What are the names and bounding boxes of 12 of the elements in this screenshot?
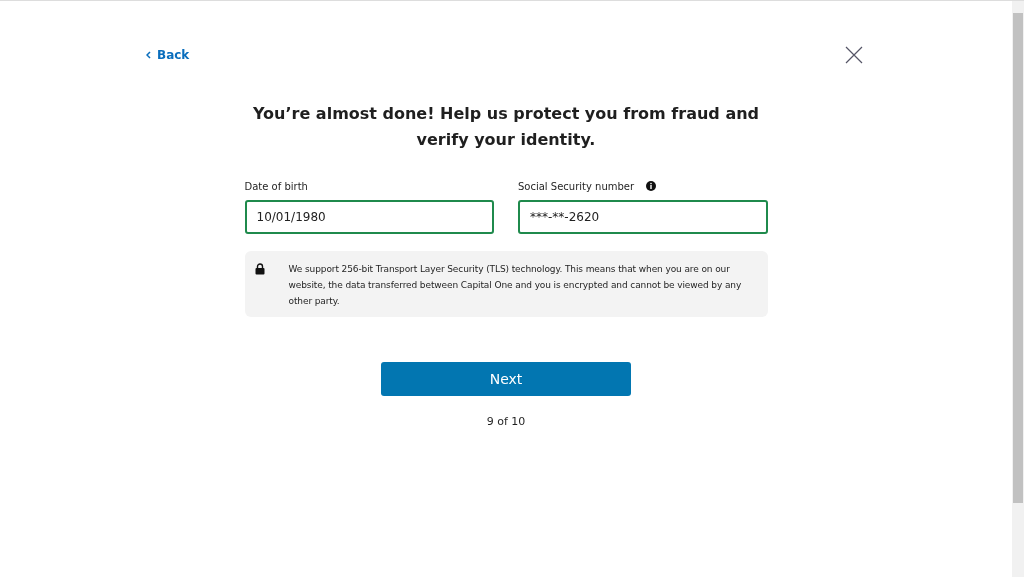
next-button[interactable]: Next xyxy=(381,362,631,396)
info-icon[interactable] xyxy=(646,181,657,191)
close-icon[interactable] xyxy=(844,45,864,65)
page-title: You’re almost done! Help us protect you from fraud and verify your identity. xyxy=(251,103,761,151)
input-field[interactable]: 10/01/1980 xyxy=(244,200,494,234)
field-label: Social Security number xyxy=(518,180,635,192)
lock-icon xyxy=(254,263,265,275)
notice-text: We support 256-bit Transport Layer Security (TLS) technology. This means that when you are on our website, the data transferred between Capital One and you is encrypted and cannot be viewed by any other party. xyxy=(288,263,743,308)
input-field[interactable]: ***-**-2620 xyxy=(518,200,768,234)
field-label: Date of birth xyxy=(244,180,308,192)
chevron-left-icon xyxy=(146,51,151,59)
back-link[interactable]: Back xyxy=(146,48,190,62)
